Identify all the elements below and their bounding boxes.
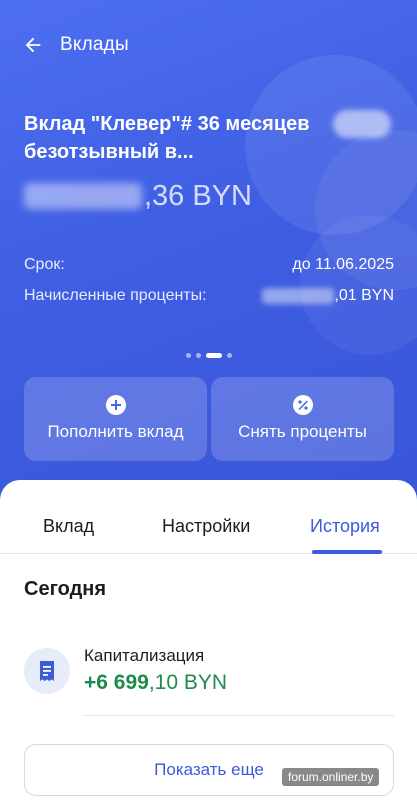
interest-label: Начисленные проценты: bbox=[24, 287, 207, 304]
tab-history[interactable]: История bbox=[310, 516, 380, 537]
page-dot bbox=[195, 353, 201, 358]
withdraw-interest-button[interactable]: Снять проценты bbox=[211, 377, 394, 461]
hidden-balance-amount bbox=[24, 183, 142, 209]
term-label: Срок: bbox=[24, 256, 65, 273]
hidden-badge bbox=[333, 110, 391, 138]
watermark: forum.onliner.by bbox=[282, 768, 380, 786]
back-arrow-icon[interactable] bbox=[18, 30, 48, 60]
withdraw-label: Снять проценты bbox=[238, 422, 367, 441]
divider bbox=[84, 715, 394, 716]
balance: ,36 BYN bbox=[24, 178, 252, 214]
history-item[interactable]: Капитализация +6 699,10 BYN bbox=[24, 640, 394, 716]
history-date-heading: Сегодня bbox=[24, 578, 107, 600]
tab-deposit[interactable]: Вклад bbox=[43, 516, 94, 537]
amount-tail: ,10 BYN bbox=[148, 671, 228, 694]
term-value: до 11.06.2025 bbox=[292, 256, 394, 273]
interest-value-tail: ,01 BYN bbox=[334, 287, 394, 304]
page-dot bbox=[185, 353, 191, 358]
plus-icon bbox=[105, 395, 126, 415]
top-up-deposit-button[interactable]: Пополнить вклад bbox=[24, 377, 207, 461]
top-bar: Вклады bbox=[18, 28, 129, 62]
page-title: Вклады bbox=[60, 34, 129, 55]
interest-row: Начисленные проценты: ,01 BYN bbox=[24, 287, 394, 305]
hidden-interest-amount bbox=[262, 288, 335, 304]
term-row: Срок: до 11.06.2025 bbox=[24, 256, 394, 274]
tab-settings[interactable]: Настройки bbox=[162, 516, 250, 537]
percent-icon bbox=[292, 395, 313, 415]
history-item-title: Капитализация bbox=[84, 646, 205, 665]
page-dot bbox=[226, 353, 232, 358]
receipt-icon bbox=[24, 648, 70, 694]
amount-main: +6 699 bbox=[84, 671, 149, 694]
page-dot-active bbox=[205, 353, 222, 358]
tab-bar: Вклад Настройки История bbox=[0, 480, 417, 554]
interest-value: ,01 BYN bbox=[262, 287, 394, 305]
balance-cents: ,36 BYN bbox=[144, 179, 252, 212]
history-item-amount: +6 699,10 BYN bbox=[84, 671, 227, 695]
active-tab-indicator bbox=[312, 550, 382, 554]
deposit-title: Вклад "Клевер"# 36 месяцев безотзывный в… bbox=[24, 113, 310, 163]
top-up-label: Пополнить вклад bbox=[47, 422, 184, 441]
deposit-header-panel: Вклады Вклад "Клевер"# 36 месяцев безотз… bbox=[0, 0, 417, 510]
decorative-circle bbox=[300, 215, 417, 355]
page-indicator bbox=[0, 353, 417, 358]
